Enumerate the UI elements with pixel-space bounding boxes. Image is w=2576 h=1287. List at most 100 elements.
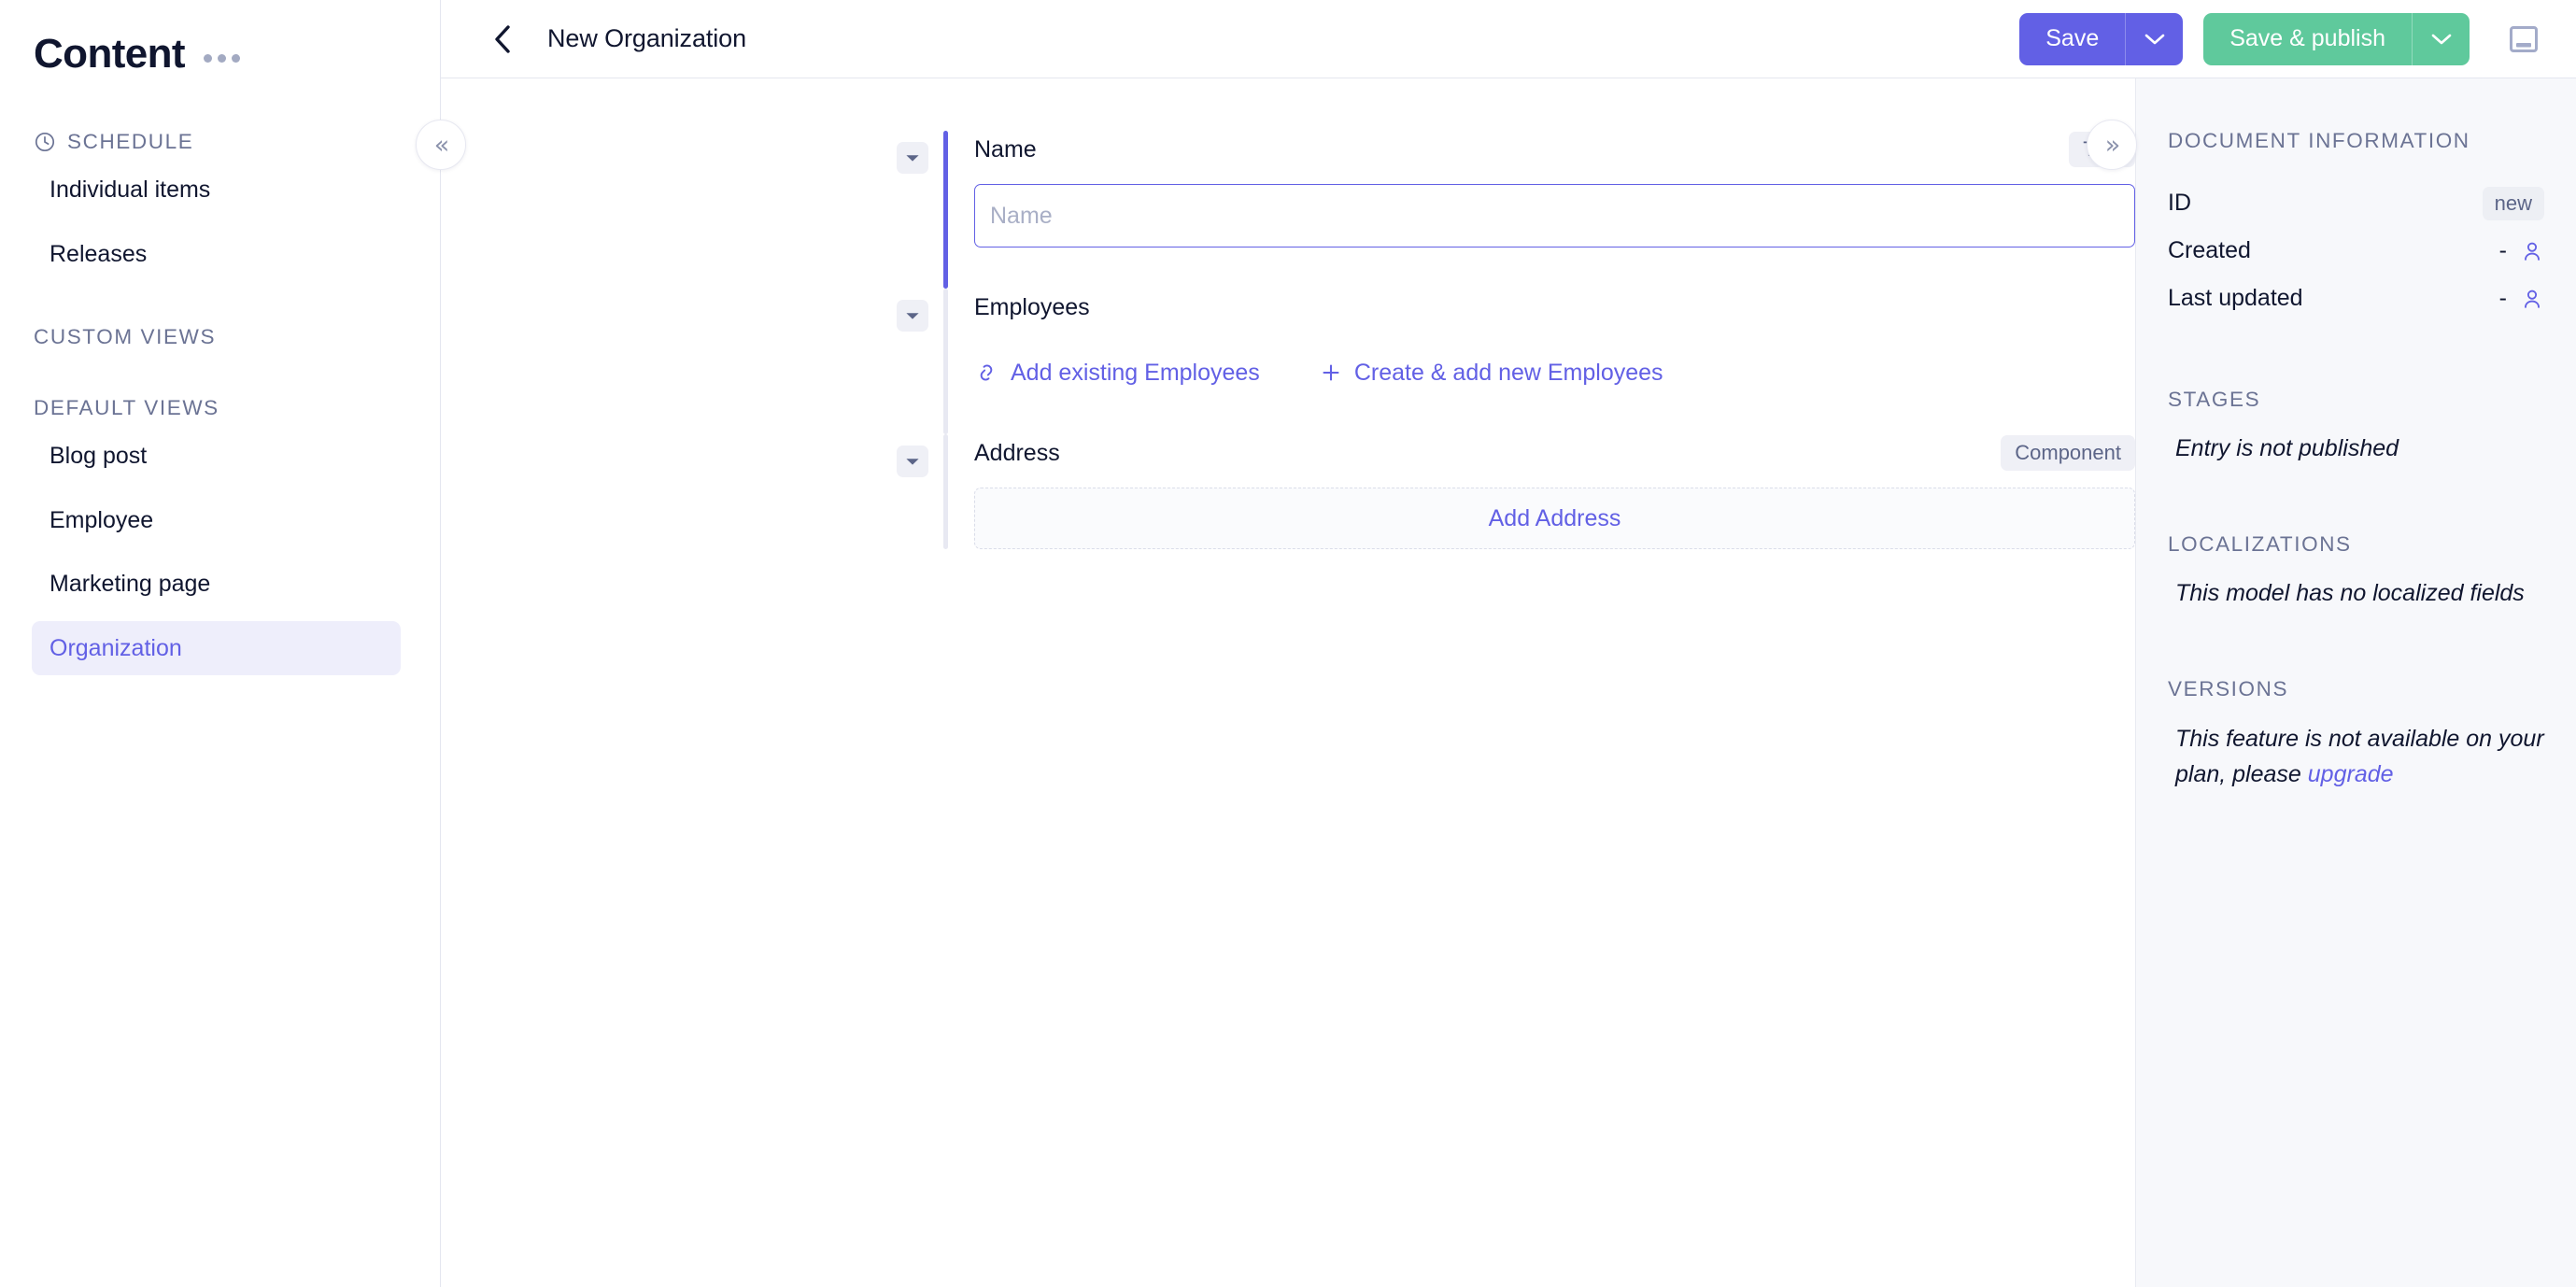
document-information-block: DOCUMENT INFORMATION ID new Created - La… bbox=[2168, 129, 2544, 322]
last-updated-value: - bbox=[2498, 285, 2507, 311]
ellipsis-icon[interactable] bbox=[202, 47, 242, 70]
sidebar-item-organization[interactable]: Organization bbox=[32, 620, 401, 675]
info-row-value: - bbox=[2499, 237, 2544, 264]
field-collapse-toggle[interactable] bbox=[897, 142, 928, 174]
field-type-badge: Component bbox=[2001, 435, 2135, 471]
sidebar-section-label-text: DEFAULT VIEWS bbox=[34, 396, 219, 419]
field-header: Address Component bbox=[974, 434, 2135, 472]
chevron-down-icon bbox=[2431, 34, 2451, 44]
sidebar-item-blog-post[interactable]: Blog post bbox=[32, 429, 401, 484]
save-publish-dropdown-button[interactable] bbox=[2412, 12, 2470, 65]
field-body: Name Title bbox=[948, 131, 2135, 289]
panel-layout-icon bbox=[2510, 25, 2538, 52]
sidebar-item-releases[interactable]: Releases bbox=[32, 227, 401, 282]
sidebar-item-employee[interactable]: Employee bbox=[32, 493, 401, 548]
field-collapse-toggle[interactable] bbox=[897, 300, 928, 332]
page-title: New Organization bbox=[547, 24, 747, 52]
field-label: Name bbox=[974, 135, 1037, 163]
collapse-info-panel-button[interactable]: » bbox=[2087, 120, 2137, 170]
save-publish-button[interactable]: Save & publish bbox=[2203, 13, 2412, 65]
info-row-value: new bbox=[2482, 186, 2544, 220]
create-add-new-employees-button[interactable]: Create & add new Employees bbox=[1320, 360, 1663, 387]
collapse-sidebar-button[interactable]: « bbox=[416, 120, 466, 170]
field-employees: Employees Add existing Employees Create … bbox=[441, 289, 1920, 434]
form-fields: Name Title bbox=[441, 78, 2135, 549]
sidebar-section-label: SCHEDULE bbox=[0, 127, 440, 157]
sidebar-section-label-text: CUSTOM VIEWS bbox=[34, 325, 217, 348]
info-row-label: Created bbox=[2168, 237, 2251, 263]
versions-label: VERSIONS bbox=[2168, 677, 2289, 700]
sidebar-section-label-text: SCHEDULE bbox=[67, 130, 194, 153]
info-row-last-updated: Last updated - bbox=[2168, 276, 2544, 322]
field-collapse-toggle[interactable] bbox=[897, 446, 928, 477]
document-information-label: DOCUMENT INFORMATION bbox=[2168, 129, 2470, 152]
panel-layout-toggle-button[interactable] bbox=[2505, 21, 2542, 58]
sidebar-section-schedule: SCHEDULE Individual items Releases bbox=[0, 127, 440, 281]
sidebar-section-default-views: DEFAULT VIEWS Blog post Employee Marketi… bbox=[0, 393, 440, 675]
chevron-double-left-icon: « bbox=[433, 130, 449, 160]
save-button[interactable]: Save bbox=[2019, 13, 2125, 65]
field-name: Name Title bbox=[441, 131, 2135, 289]
relation-actions: Add existing Employees Create & add new … bbox=[974, 354, 1920, 391]
sidebar-items-schedule: Individual items Releases bbox=[0, 163, 440, 281]
plus-icon bbox=[1323, 364, 1339, 381]
sidebar-items-default-views: Blog post Employee Marketing page Organi… bbox=[0, 429, 440, 675]
stages-note: Entry is not published bbox=[2175, 435, 2399, 461]
localizations-block: LOCALIZATIONS This model has no localize… bbox=[2168, 531, 2544, 612]
content-row: Name Title bbox=[441, 78, 2576, 1287]
user-icon bbox=[2525, 290, 2540, 308]
document-info-panel: DOCUMENT INFORMATION ID new Created - La… bbox=[2135, 78, 2576, 1287]
chevron-down-icon bbox=[906, 155, 919, 162]
back-button[interactable] bbox=[482, 19, 523, 60]
created-value: - bbox=[2498, 237, 2507, 263]
info-row-value: - bbox=[2499, 285, 2544, 312]
versions-note: This feature is not available on your pl… bbox=[2168, 721, 2544, 794]
info-row-id: ID new bbox=[2168, 180, 2544, 227]
add-existing-employees-button[interactable]: Add existing Employees bbox=[974, 360, 1260, 387]
save-dropdown-button[interactable] bbox=[2125, 12, 2183, 65]
sidebar-header: Content bbox=[0, 0, 440, 78]
sidebar-section-custom-views: CUSTOM VIEWS bbox=[0, 322, 440, 352]
form-area: Name Title bbox=[441, 78, 2135, 1287]
document-information-rows: ID new Created - Last updated - bbox=[2168, 180, 2544, 322]
info-row-label: Last updated bbox=[2168, 285, 2303, 311]
chevron-down-icon bbox=[2144, 34, 2165, 44]
chevron-down-icon bbox=[906, 313, 919, 319]
add-address-button[interactable]: Add Address bbox=[974, 488, 2135, 549]
save-button-group: Save bbox=[2019, 12, 2184, 65]
stages-block: STAGES Entry is not published bbox=[2168, 389, 2544, 467]
versions-block: VERSIONS This feature is not available o… bbox=[2168, 677, 2544, 794]
upgrade-link[interactable]: upgrade bbox=[2308, 761, 2394, 787]
user-icon bbox=[2525, 242, 2540, 261]
sidebar-section-label: CUSTOM VIEWS bbox=[0, 322, 440, 352]
sidebar-title: Content bbox=[34, 31, 186, 77]
sidebar-item-marketing-page[interactable]: Marketing page bbox=[32, 557, 401, 612]
field-header: Employees bbox=[974, 289, 2135, 326]
name-input[interactable] bbox=[974, 184, 2135, 248]
field-body: Address Component Add Address bbox=[948, 434, 2135, 549]
info-row-label: ID bbox=[2168, 190, 2191, 216]
main-area: New Organization Save Save & publish Nam… bbox=[441, 0, 2576, 1287]
add-existing-employees-label: Add existing Employees bbox=[1011, 359, 1260, 386]
field-body: Employees Add existing Employees Create … bbox=[948, 289, 1920, 434]
info-row-created: Created - bbox=[2168, 228, 2544, 275]
app-root: Content SCHEDULE Individual items Releas… bbox=[0, 0, 2576, 1287]
localizations-label: LOCALIZATIONS bbox=[2168, 531, 2352, 556]
link-icon bbox=[980, 364, 993, 381]
sidebar-section-label: DEFAULT VIEWS bbox=[0, 393, 440, 423]
localizations-note: This model has no localized fields bbox=[2175, 580, 2525, 607]
field-header: Name Title bbox=[974, 131, 2135, 168]
sidebar-item-individual-items[interactable]: Individual items bbox=[32, 163, 401, 218]
topbar: New Organization Save Save & publish bbox=[441, 0, 2576, 78]
stages-label: STAGES bbox=[2168, 387, 2261, 411]
field-label: Address bbox=[974, 439, 1060, 466]
field-address: Address Component Add Address bbox=[441, 434, 2135, 549]
chevron-left-icon bbox=[495, 24, 510, 53]
field-label: Employees bbox=[974, 293, 1090, 320]
status-badge: new bbox=[2482, 186, 2544, 220]
save-publish-button-group: Save & publish bbox=[2203, 12, 2470, 65]
chevron-down-icon bbox=[906, 459, 919, 465]
create-add-new-employees-label: Create & add new Employees bbox=[1353, 359, 1663, 386]
clock-icon bbox=[35, 132, 55, 152]
sidebar: Content SCHEDULE Individual items Releas… bbox=[0, 0, 441, 1287]
